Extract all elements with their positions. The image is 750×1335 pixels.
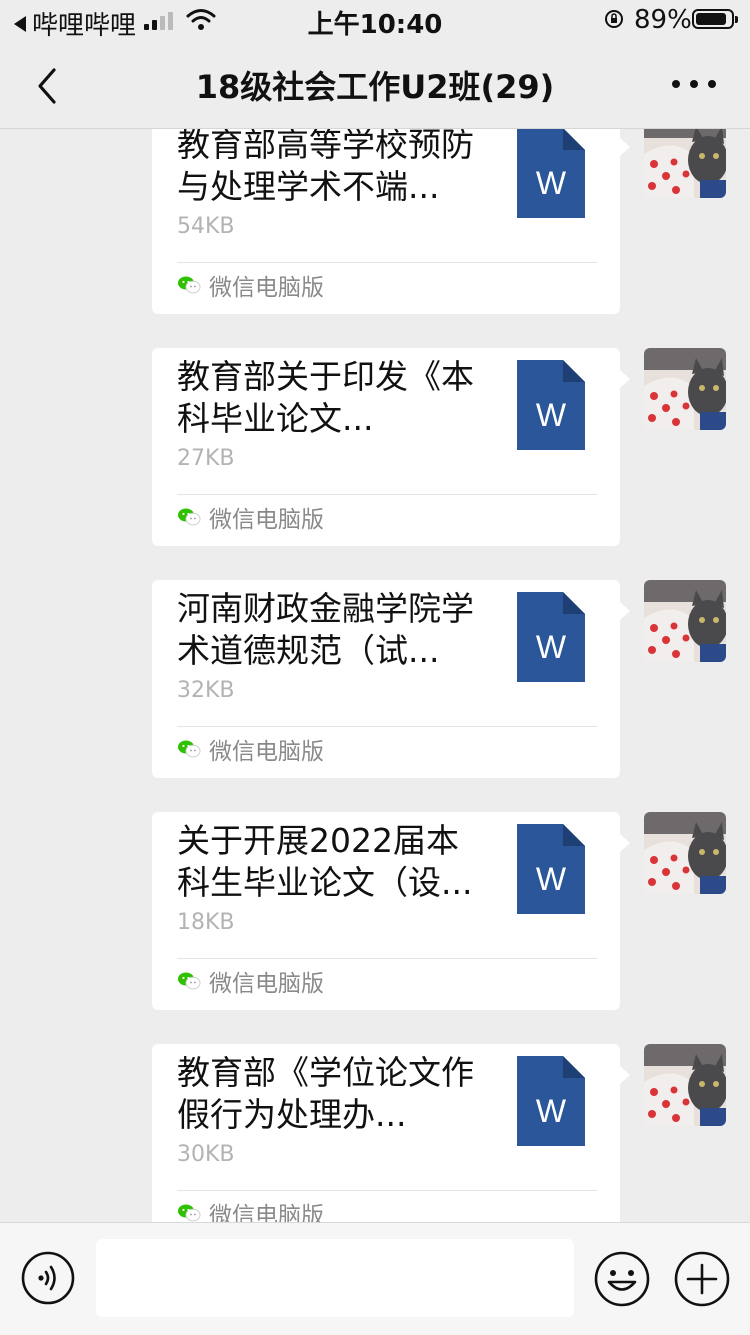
message-item: 关于开展2022届本科生毕业论文（设... 18KB W 微信电脑版 <box>0 812 750 1012</box>
input-bar <box>0 1222 750 1335</box>
card-divider <box>177 958 597 959</box>
wechat-icon <box>178 1204 201 1222</box>
source-label: 微信电脑版 <box>209 275 324 301</box>
file-card[interactable]: 教育部《学位论文作假行为处理办... 30KB W 微信电脑版 <box>152 1044 630 1222</box>
card-divider <box>177 726 597 727</box>
source-row: 微信电脑版 <box>177 964 324 998</box>
word-file-icon: W <box>517 129 585 218</box>
source-label: 微信电脑版 <box>209 507 324 533</box>
file-size: 27KB <box>177 446 235 471</box>
file-name: 教育部关于印发《本科毕业论文... <box>177 357 474 438</box>
word-file-icon: W <box>517 592 585 682</box>
file-name: 教育部高等学校预防与处理学术不端... <box>177 129 474 206</box>
battery-percent: 89% <box>634 5 692 35</box>
file-size: 18KB <box>177 910 235 935</box>
card-divider <box>177 494 597 495</box>
chat-title: 18级社会工作U2班(29) <box>195 68 555 106</box>
rotation-lock-icon <box>605 10 623 28</box>
file-size: 30KB <box>177 1142 235 1167</box>
file-card[interactable]: 河南财政金融学院学术道德规范（试... 32KB W 微信电脑版 <box>152 580 630 778</box>
avatar[interactable] <box>644 812 726 894</box>
svg-text:W: W <box>536 1093 567 1129</box>
chat-header: 18级社会工作U2班(29) <box>0 40 750 129</box>
wechat-icon <box>178 972 201 990</box>
wechat-icon <box>178 508 201 526</box>
source-row: 微信电脑版 <box>177 268 324 302</box>
source-label: 微信电脑版 <box>209 1203 324 1222</box>
file-name: 河南财政金融学院学术道德规范（试... <box>177 589 474 670</box>
message-item: 教育部高等学校预防与处理学术不端... 54KB W 微信电脑版 <box>0 129 750 316</box>
card-divider <box>177 1190 597 1191</box>
file-name: 关于开展2022届本科生毕业论文（设... <box>177 821 473 902</box>
battery-icon <box>692 9 738 29</box>
word-file-icon: W <box>517 1056 585 1146</box>
file-size: 54KB <box>177 214 235 239</box>
avatar[interactable] <box>644 348 726 430</box>
word-file-icon: W <box>517 360 585 450</box>
avatar[interactable] <box>644 580 726 662</box>
avatar[interactable] <box>644 129 726 198</box>
source-label: 微信电脑版 <box>209 971 324 997</box>
status-bar: 哔哩哔哩 上午10:40 89% <box>0 0 750 41</box>
file-name: 教育部《学位论文作假行为处理办... <box>177 1053 474 1134</box>
message-item: 教育部《学位论文作假行为处理办... 30KB W 微信电脑版 <box>0 1044 750 1222</box>
wechat-icon <box>178 276 201 294</box>
word-file-icon: W <box>517 824 585 914</box>
svg-text:W: W <box>536 629 567 665</box>
message-item: 河南财政金融学院学术道德规范（试... 32KB W 微信电脑版 <box>0 580 750 780</box>
emoji-icon[interactable] <box>594 1251 650 1307</box>
message-item: 教育部关于印发《本科毕业论文... 27KB W 微信电脑版 <box>0 348 750 548</box>
wechat-icon <box>178 740 201 758</box>
card-divider <box>177 262 597 263</box>
svg-text:W: W <box>536 861 567 897</box>
file-card[interactable]: 教育部关于印发《本科毕业论文... 27KB W 微信电脑版 <box>152 348 630 546</box>
source-row: 微信电脑版 <box>177 1196 324 1222</box>
file-size: 32KB <box>177 678 235 703</box>
file-card[interactable]: 教育部高等学校预防与处理学术不端... 54KB W 微信电脑版 <box>152 129 630 314</box>
plus-icon[interactable] <box>674 1251 730 1307</box>
source-row: 微信电脑版 <box>177 732 324 766</box>
source-row: 微信电脑版 <box>177 500 324 534</box>
message-list[interactable]: 教育部高等学校预防与处理学术不端... 54KB W 微信电脑版 教育部关于印发… <box>0 129 750 1222</box>
voice-icon[interactable] <box>21 1251 75 1305</box>
svg-text:W: W <box>536 165 567 201</box>
more-icon[interactable] <box>672 76 716 92</box>
file-card[interactable]: 关于开展2022届本科生毕业论文（设... 18KB W 微信电脑版 <box>152 812 630 1010</box>
avatar[interactable] <box>644 1044 726 1126</box>
svg-text:W: W <box>536 397 567 433</box>
message-input[interactable] <box>96 1239 574 1317</box>
source-label: 微信电脑版 <box>209 739 324 765</box>
